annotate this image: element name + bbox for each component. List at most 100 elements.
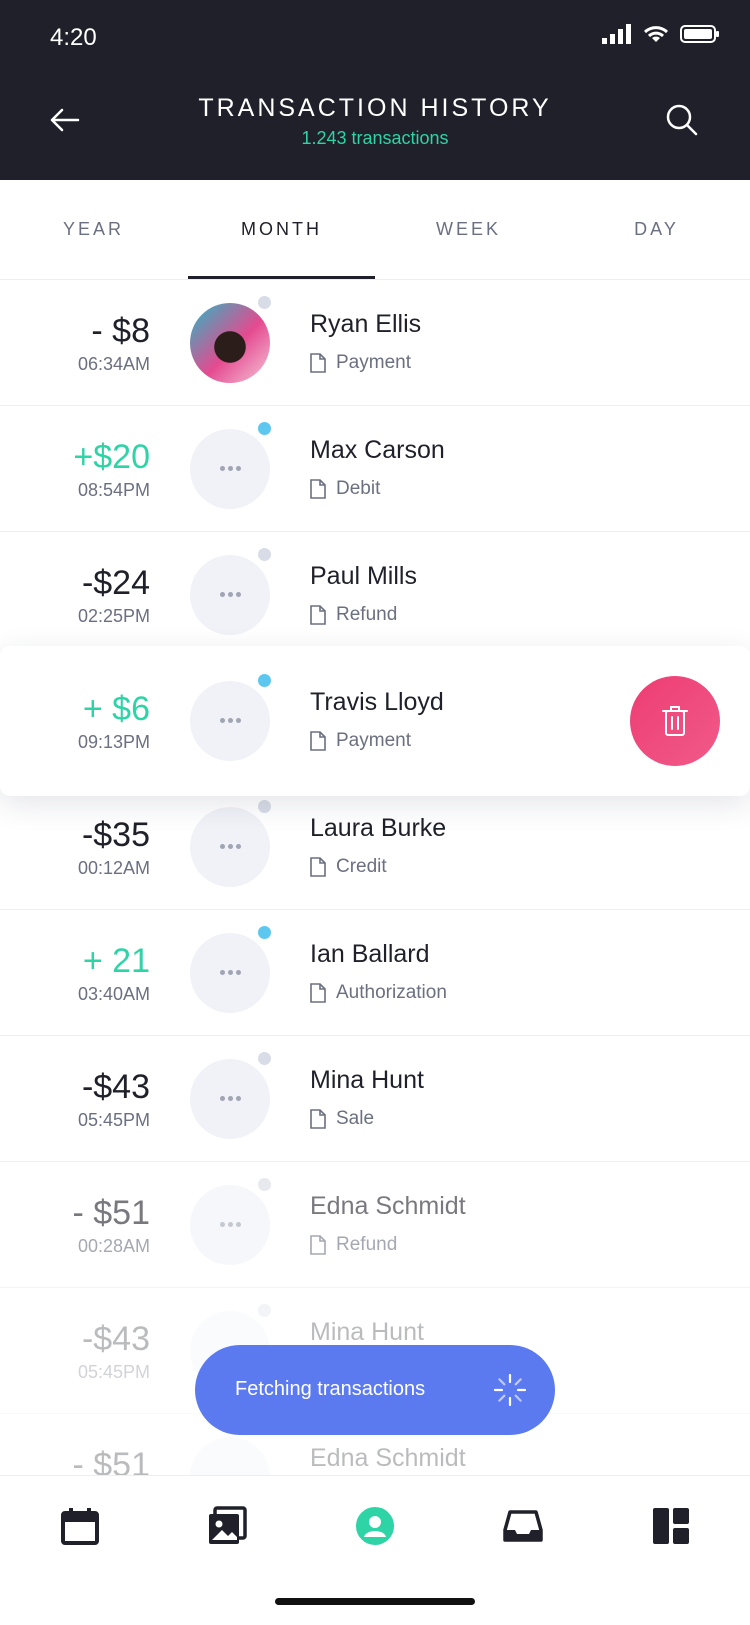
transaction-type: Credit [310,856,387,878]
transaction-amount: + 21 [82,942,150,980]
transaction-amount: +$20 [73,438,150,476]
trash-icon [662,706,688,736]
transaction-amount: -$43 [81,1320,150,1358]
search-icon [666,104,698,136]
transaction-row[interactable]: +$20 08:54PM Max Carson Debit [0,406,750,532]
transaction-amount: -$24 [81,564,150,602]
transaction-amount: - $51 [72,1446,151,1475]
loading-toast: Fetching transactions [195,1345,555,1435]
search-button[interactable] [660,98,704,142]
avatar[interactable] [190,681,270,761]
transaction-type-label: Refund [336,1234,398,1255]
profile-icon[interactable] [355,1506,395,1546]
transaction-row[interactable]: - $51 00:28AM Edna Schmidt Refund [0,1162,750,1288]
transaction-type-label: Refund [336,604,398,625]
transaction-amount: - $51 [72,1194,151,1232]
more-dots-icon [220,970,241,975]
more-dots-icon [220,844,241,849]
transaction-time: 03:40AM [77,984,150,1004]
transaction-type: Refund [310,1234,397,1256]
status-dot [258,674,271,687]
document-icon [310,983,326,1003]
tab-day[interactable]: DAY [563,180,750,279]
transaction-type: Debit [310,478,380,500]
more-dots-icon [220,466,241,471]
transaction-type-label: Payment [336,730,411,751]
transaction-amount: -$43 [81,1068,150,1106]
transaction-row[interactable]: + 21 03:40AM Ian Ballard Authorization [0,910,750,1036]
transaction-time: 00:12AM [77,858,150,878]
document-icon [310,353,326,373]
transaction-type-label: Sale [336,1108,375,1129]
status-dot [258,1052,271,1065]
transaction-name: Travis Lloyd [310,688,444,716]
gallery-icon[interactable] [207,1506,247,1546]
period-tabs: YEAR MONTH WEEK DAY [0,180,750,280]
transaction-amount: - $8 [91,312,150,350]
home-indicator[interactable] [275,1598,475,1605]
transaction-type: Refund [310,604,397,626]
tab-year[interactable]: YEAR [0,180,187,279]
status-dot [258,1304,271,1317]
dashboard-icon[interactable] [651,1506,691,1546]
avatar[interactable] [190,1185,270,1265]
transaction-name: Mina Hunt [310,1318,424,1346]
transaction-name: Ian Ballard [310,940,430,968]
transaction-time: 05:45PM [77,1362,150,1382]
transaction-row-selected[interactable]: + $6 09:13PM Travis Lloyd Payment [0,646,750,796]
transaction-time: 00:28AM [77,1236,150,1256]
inbox-icon[interactable] [503,1506,543,1546]
transaction-row[interactable]: -$43 05:45PM Mina Hunt Sale [0,1036,750,1162]
transaction-row[interactable]: - $8 06:34AM Ryan Ellis Payment [0,280,750,406]
transaction-count: 1.243 transactions [301,128,449,148]
transaction-list: - $8 06:34AM Ryan Ellis Payment +$20 08:… [0,280,750,1475]
transaction-name: Max Carson [310,436,445,464]
transaction-amount: -$35 [81,816,150,854]
avatar[interactable] [190,1059,270,1139]
battery-icon [680,25,719,43]
transaction-row[interactable]: -$35 00:12AM Laura Burke Credit [0,784,750,910]
wifi-icon [643,26,669,42]
spinner-icon [493,1373,527,1407]
more-dots-icon [220,1222,241,1227]
transaction-amount: + $6 [82,690,150,728]
tab-week[interactable]: WEEK [375,180,562,279]
transaction-type: Payment [310,730,411,752]
status-icons [602,24,720,44]
calendar-icon[interactable] [60,1506,100,1546]
transaction-name: Ryan Ellis [310,310,422,338]
transaction-name: Paul Mills [310,562,417,590]
more-dots-icon [220,718,241,723]
avatar[interactable] [190,555,270,635]
status-time: 4:20 [50,24,97,51]
avatar[interactable] [190,1437,270,1475]
document-icon [310,605,326,625]
delete-button[interactable] [630,676,720,766]
transaction-name: Edna Schmidt [310,1192,466,1220]
transaction-type-label: Payment [336,352,411,373]
status-dot [258,422,271,435]
avatar[interactable] [190,303,270,383]
tab-month[interactable]: MONTH [188,180,375,279]
transaction-time: 05:45PM [77,1110,150,1130]
transaction-time: 06:34AM [77,354,150,374]
page-title: TRANSACTION HISTORY [198,94,552,122]
status-dot [258,296,271,309]
avatar[interactable] [190,429,270,509]
app-header: 4:20 TRANSACTION HISTORY 1.243 transacti… [0,0,750,180]
avatar[interactable] [190,933,270,1013]
transaction-type-label: Credit [336,856,387,877]
transaction-row[interactable]: -$24 02:25PM Paul Mills Refund [0,532,750,658]
transaction-time: 02:25PM [77,606,150,626]
status-dot [258,926,271,939]
transaction-time: 09:13PM [77,732,150,752]
more-dots-icon [220,1096,241,1101]
status-dot [258,1178,271,1191]
more-dots-icon [220,592,241,597]
document-icon [310,1109,326,1129]
transaction-type-label: Authorization [336,982,447,1003]
document-icon [310,731,326,751]
transaction-time: 08:54PM [77,480,150,500]
avatar[interactable] [190,807,270,887]
transaction-name: Mina Hunt [310,1066,424,1094]
